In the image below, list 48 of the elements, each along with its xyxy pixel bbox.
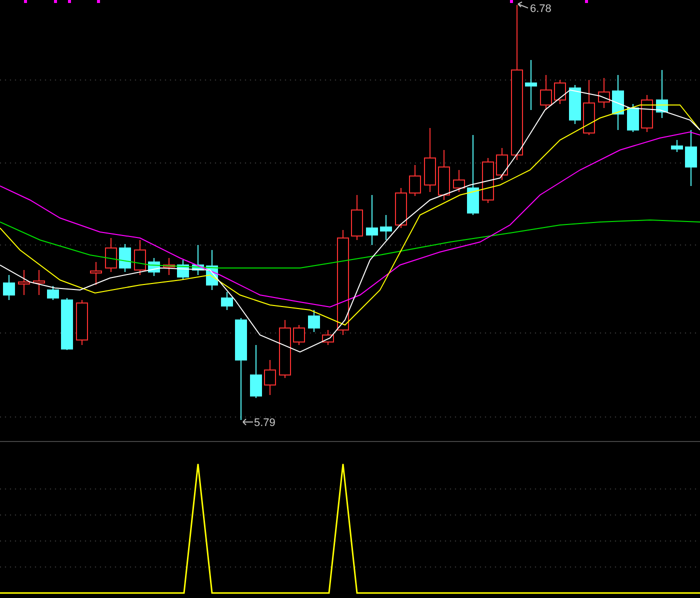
high-price-label: 6.78 xyxy=(530,2,552,17)
candlestick xyxy=(540,74,552,110)
candlestick xyxy=(366,194,378,246)
candlestick xyxy=(583,80,595,136)
candlestick xyxy=(598,78,610,108)
candlestick xyxy=(671,140,683,152)
candlestick xyxy=(76,300,88,346)
candlestick xyxy=(308,310,320,332)
candlestick xyxy=(90,262,102,286)
candlestick xyxy=(177,260,189,280)
candlestick xyxy=(293,324,305,346)
candlestick xyxy=(380,214,392,240)
candlestick xyxy=(395,188,407,228)
candlestick xyxy=(424,128,436,192)
candlestick xyxy=(163,258,175,276)
candlestick xyxy=(206,250,218,290)
candlestick xyxy=(641,94,653,132)
candlestick xyxy=(322,330,334,346)
candlestick xyxy=(627,104,639,132)
candlestick xyxy=(279,320,291,378)
candlestick xyxy=(569,84,581,124)
candlestick xyxy=(33,270,45,296)
candlestick xyxy=(148,258,160,276)
candlestick xyxy=(409,164,421,196)
candlestick xyxy=(525,60,537,110)
candlestick xyxy=(554,80,566,104)
candlestick xyxy=(656,70,668,118)
candlestick xyxy=(18,270,30,296)
candlestick xyxy=(47,286,59,300)
candlestick xyxy=(351,194,363,240)
candlestick xyxy=(685,130,697,186)
candlestick xyxy=(264,360,276,396)
candlestick xyxy=(438,150,450,200)
low-price-label: 5.79 xyxy=(254,416,276,431)
candlestick xyxy=(61,298,73,350)
candlestick xyxy=(221,292,233,310)
candlestick xyxy=(250,344,262,398)
candlestick xyxy=(496,148,508,180)
candlestick xyxy=(3,274,15,300)
candlestick xyxy=(612,74,624,130)
low-pointer-arrow xyxy=(242,418,254,426)
candlestick xyxy=(482,158,494,204)
candlestick xyxy=(453,170,465,192)
candlestick xyxy=(119,244,131,272)
candlestick xyxy=(134,240,146,276)
candlestick xyxy=(192,244,204,276)
high-pointer-arrow xyxy=(518,2,528,8)
candlestick xyxy=(105,238,117,272)
